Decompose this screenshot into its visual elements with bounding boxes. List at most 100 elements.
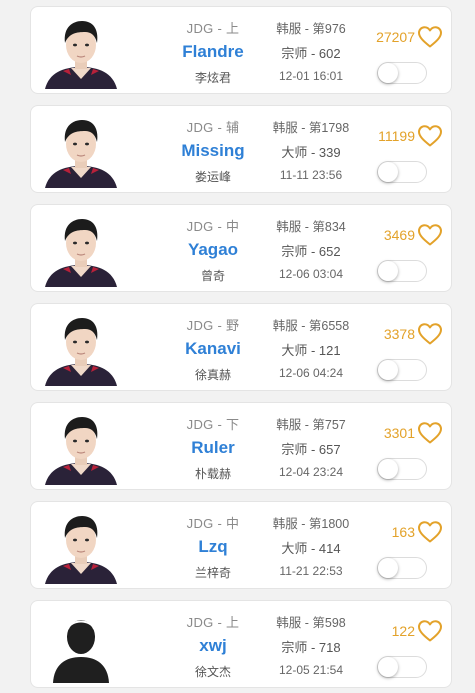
player-real-name: 朴载赫 (194, 467, 231, 481)
like-count: 3301 (383, 425, 415, 441)
follow-toggle[interactable] (377, 557, 427, 579)
player-card[interactable]: JDG - 中 Lzq 兰梓奇 韩服 - 第1800 大师 - 414 11-2… (30, 501, 452, 589)
heart-icon[interactable] (417, 322, 443, 346)
player-photo (41, 409, 121, 485)
player-info: JDG - 上 xwj 徐文杰 (149, 601, 277, 687)
rank-info: 韩服 - 第834 宗师 - 652 12-06 03:04 (263, 205, 359, 291)
player-photo (41, 13, 121, 89)
player-avatar (41, 607, 121, 683)
heart-icon[interactable] (417, 619, 443, 643)
heart-icon[interactable] (417, 124, 443, 148)
toggle-knob (378, 360, 398, 380)
heart-icon[interactable] (417, 520, 443, 544)
player-list: JDG - 上 Flandre 李炫君 韩服 - 第976 宗师 - 602 1… (0, 0, 475, 693)
tier-points: 大师 - 121 (281, 343, 341, 358)
player-avatar (41, 409, 121, 485)
player-avatar (41, 13, 121, 89)
player-info: JDG - 下 Ruler 朴载赫 (149, 403, 277, 489)
server-rank: 韩服 - 第976 (276, 22, 346, 36)
player-photo (41, 310, 121, 386)
player-real-name: 曾奇 (200, 269, 225, 283)
default-user-icon (41, 607, 121, 683)
tier-points: 宗师 - 602 (281, 46, 341, 61)
player-info: JDG - 上 Flandre 李炫君 (149, 7, 277, 93)
like-count: 11199 (378, 128, 415, 144)
player-avatar (41, 508, 121, 584)
player-name[interactable]: Ruler (149, 438, 277, 458)
rank-info: 韩服 - 第976 宗师 - 602 12-01 16:01 (263, 7, 359, 93)
team-role: JDG - 中 (186, 219, 240, 234)
server-rank: 韩服 - 第598 (276, 616, 346, 630)
player-card[interactable]: JDG - 上 xwj 徐文杰 韩服 - 第598 宗师 - 718 12-05… (30, 600, 452, 688)
toggle-knob (378, 261, 398, 281)
follow-toggle[interactable] (377, 161, 427, 183)
player-avatar (41, 112, 121, 188)
heart-outline (418, 521, 442, 543)
heart-outline (418, 26, 442, 48)
tier-points: 大师 - 414 (281, 541, 341, 556)
rank-info: 韩服 - 第1798 大师 - 339 11-11 23:56 (263, 106, 359, 192)
toggle-knob (378, 162, 398, 182)
player-real-name: 徐文杰 (194, 665, 231, 679)
server-rank: 韩服 - 第6558 (272, 319, 350, 333)
tier-points: 大师 - 339 (281, 145, 341, 160)
follow-toggle[interactable] (377, 458, 427, 480)
rank-info: 韩服 - 第6558 大师 - 121 12-06 04:24 (263, 304, 359, 390)
player-name[interactable]: Kanavi (149, 339, 277, 359)
rank-info: 韩服 - 第1800 大师 - 414 11-21 22:53 (263, 502, 359, 588)
server-rank: 韩服 - 第1800 (272, 517, 350, 531)
team-role: JDG - 上 (186, 21, 240, 36)
follow-toggle[interactable] (377, 656, 427, 678)
team-role: JDG - 中 (186, 516, 240, 531)
player-card[interactable]: JDG - 辅 Missing 娄运峰 韩服 - 第1798 大师 - 339 … (30, 105, 452, 193)
player-avatar (41, 211, 121, 287)
heart-icon[interactable] (417, 223, 443, 247)
player-photo (41, 211, 121, 287)
player-name[interactable]: Yagao (149, 240, 277, 260)
update-time: 11-11 23:56 (279, 168, 343, 182)
toggle-knob (378, 657, 398, 677)
player-card[interactable]: JDG - 上 Flandre 李炫君 韩服 - 第976 宗师 - 602 1… (30, 6, 452, 94)
follow-toggle[interactable] (377, 260, 427, 282)
like-count: 163 (391, 524, 415, 540)
player-card[interactable]: JDG - 中 Yagao 曾奇 韩服 - 第834 宗师 - 652 12-0… (30, 204, 452, 292)
like-count: 122 (391, 623, 415, 639)
tier-points: 宗师 - 657 (281, 442, 341, 457)
toggle-knob (378, 459, 398, 479)
team-role: JDG - 辅 (186, 120, 240, 135)
player-card[interactable]: JDG - 下 Ruler 朴载赫 韩服 - 第757 宗师 - 657 12-… (30, 402, 452, 490)
heart-icon[interactable] (417, 25, 443, 49)
update-time: 12-06 04:24 (278, 366, 344, 380)
player-real-name: 兰梓奇 (194, 566, 231, 580)
player-real-name: 李炫君 (194, 71, 231, 85)
toggle-knob (378, 63, 398, 83)
player-name[interactable]: Lzq (149, 537, 277, 557)
player-name[interactable]: Flandre (149, 42, 277, 62)
player-name[interactable]: xwj (149, 636, 277, 656)
player-real-name: 娄运峰 (194, 170, 231, 184)
player-info: JDG - 中 Yagao 曾奇 (149, 205, 277, 291)
server-rank: 韩服 - 第757 (276, 418, 346, 432)
heart-outline (418, 125, 442, 147)
heart-outline (418, 422, 442, 444)
player-real-name: 徐真赫 (194, 368, 231, 382)
update-time: 12-05 21:54 (278, 663, 344, 677)
heart-outline (418, 323, 442, 345)
team-role: JDG - 下 (186, 417, 240, 432)
follow-toggle[interactable] (377, 62, 427, 84)
heart-outline (418, 224, 442, 246)
heart-icon[interactable] (417, 421, 443, 445)
follow-toggle[interactable] (377, 359, 427, 381)
player-photo (41, 508, 121, 584)
player-name[interactable]: Missing (149, 141, 277, 161)
player-info: JDG - 野 Kanavi 徐真赫 (149, 304, 277, 390)
update-time: 11-21 22:53 (279, 564, 343, 578)
heart-outline (418, 620, 442, 642)
update-time: 12-01 16:01 (278, 69, 344, 83)
tier-points: 宗师 - 718 (281, 640, 341, 655)
toggle-knob (378, 558, 398, 578)
server-rank: 韩服 - 第834 (276, 220, 346, 234)
player-card[interactable]: JDG - 野 Kanavi 徐真赫 韩服 - 第6558 大师 - 121 1… (30, 303, 452, 391)
player-info: JDG - 中 Lzq 兰梓奇 (149, 502, 277, 588)
like-count: 27207 (376, 29, 415, 45)
